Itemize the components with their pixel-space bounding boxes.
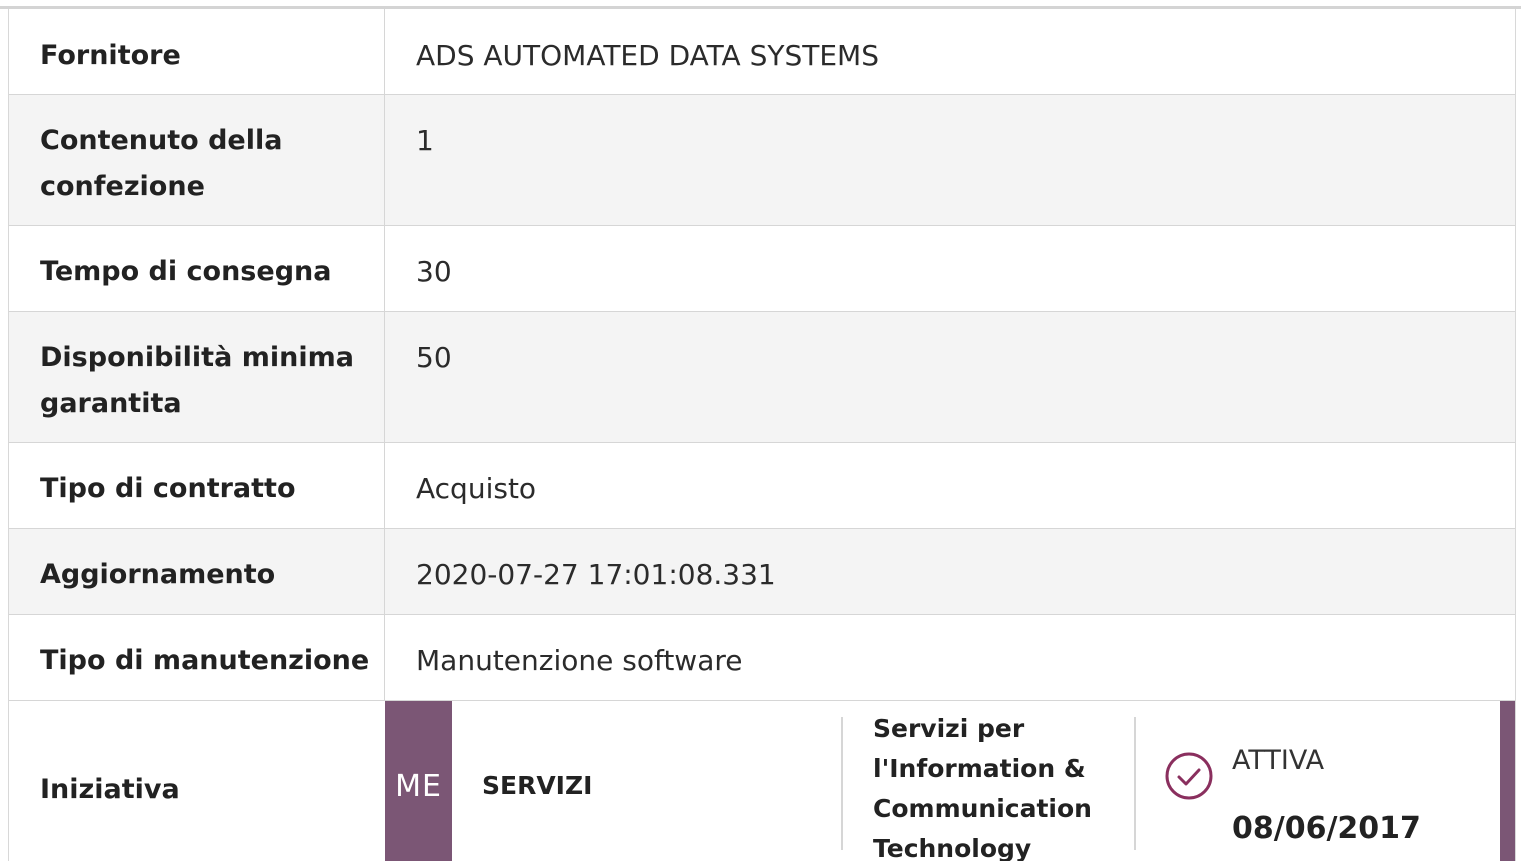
detail-row-contenuto: Contenuto della confezione 1 <box>9 95 1515 226</box>
detail-label: Disponibilità minima garantita <box>9 312 385 442</box>
detail-row-disponibilita: Disponibilità minima garantita 50 <box>9 312 1515 443</box>
detail-value: 1 <box>416 124 434 157</box>
iniziativa-badge: ME <box>385 701 452 861</box>
accent-bar <box>1500 701 1515 861</box>
detail-row-tempo-consegna: Tempo di consegna 30 <box>9 226 1515 312</box>
detail-label: Contenuto della confezione <box>9 95 385 225</box>
product-details-table: Fornitore ADS AUTOMATED DATA SYSTEMS Con… <box>8 9 1516 861</box>
detail-value: 30 <box>416 255 452 288</box>
detail-value: Manutenzione software <box>416 644 743 677</box>
iniziativa-type: SERVIZI <box>482 771 593 800</box>
detail-row-tipo-manutenzione: Tipo di manutenzione Manutenzione softwa… <box>9 615 1515 701</box>
detail-label: Fornitore <box>9 9 385 94</box>
detail-row-tipo-contratto: Tipo di contratto Acquisto <box>9 443 1515 529</box>
iniziativa-card[interactable]: ME SERVIZI Servizi per l'Information & C… <box>385 701 1515 861</box>
detail-value: ADS AUTOMATED DATA SYSTEMS <box>416 39 879 72</box>
iniziativa-status: ATTIVA 08/06/2017 <box>1136 701 1515 861</box>
detail-label: Tipo di contratto <box>9 443 385 528</box>
detail-label: Iniziativa <box>40 774 180 805</box>
detail-value: 2020-07-27 17:01:08.331 <box>416 558 776 591</box>
detail-value: Acquisto <box>416 472 537 505</box>
status-date: 08/06/2017 <box>1232 811 1421 846</box>
detail-label: Tempo di consegna <box>9 226 385 311</box>
top-divider <box>0 0 1521 9</box>
detail-row-fornitore: Fornitore ADS AUTOMATED DATA SYSTEMS <box>9 9 1515 95</box>
detail-row-aggiornamento: Aggiornamento 2020-07-27 17:01:08.331 <box>9 529 1515 615</box>
detail-label: Aggiornamento <box>9 529 385 614</box>
detail-row-iniziativa: Iniziativa ME SERVIZI Servizi per l'Info… <box>9 701 1515 861</box>
detail-label: Tipo di manutenzione <box>9 615 385 700</box>
iniziativa-category: Servizi per l'Information & Communicatio… <box>873 714 1092 861</box>
detail-value: 50 <box>416 341 452 374</box>
check-circle-icon <box>1165 752 1213 800</box>
status-label: ATTIVA <box>1232 745 1325 776</box>
